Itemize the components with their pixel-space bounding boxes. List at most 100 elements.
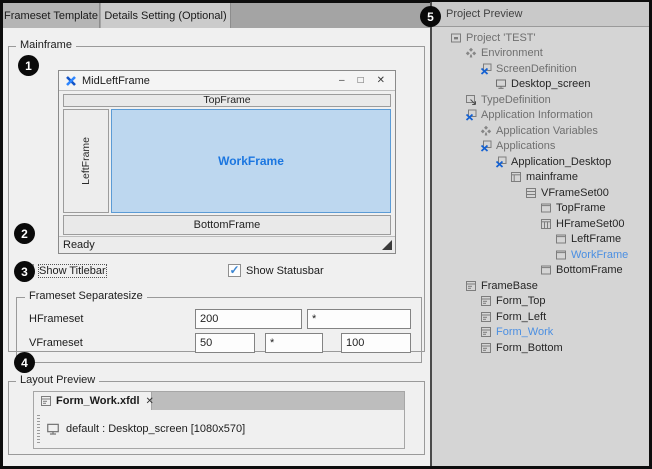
vframeset-field-1[interactable]: 50 bbox=[195, 333, 255, 353]
layout-preview-content: default : Desktop_screen [1080x570] bbox=[34, 410, 404, 448]
tree-item-label: TypeDefinition bbox=[481, 94, 551, 106]
monitor-icon bbox=[495, 78, 507, 90]
tree-item-form-work[interactable]: Form_Work bbox=[432, 325, 649, 341]
tree-item-label: Applications bbox=[496, 140, 555, 152]
vframeset-label: VFrameset bbox=[29, 337, 83, 349]
vframeset-icon bbox=[525, 187, 537, 199]
layout-default-screen-item[interactable]: default : Desktop_screen [1080x570] bbox=[66, 423, 245, 435]
tree-item-label: Form_Bottom bbox=[496, 342, 563, 354]
annotation-badge-4: 4 bbox=[14, 352, 35, 373]
resize-grip-icon[interactable] bbox=[382, 240, 392, 250]
maximize-icon[interactable]: □ bbox=[354, 75, 368, 86]
tree-item-label: VFrameSet00 bbox=[541, 187, 609, 199]
tree-item-hframeset00[interactable]: HFrameSet00 bbox=[432, 216, 649, 232]
tree-item-application-information[interactable]: Application Information bbox=[432, 108, 649, 124]
form-icon bbox=[480, 311, 492, 323]
project-icon bbox=[450, 32, 462, 44]
drag-grip-icon[interactable] bbox=[37, 415, 40, 443]
tab-details-setting[interactable]: Details Setting (Optional) bbox=[101, 3, 231, 28]
project-preview-header: Project Preview bbox=[432, 2, 649, 27]
hframeset-field-1[interactable]: 200 bbox=[195, 309, 302, 329]
monitor-icon bbox=[46, 422, 60, 436]
tree-item-application-variables[interactable]: Application Variables bbox=[432, 123, 649, 139]
tree-item-project-test-[interactable]: Project 'TEST' bbox=[432, 30, 649, 46]
tree-item-label: Form_Left bbox=[496, 311, 546, 323]
tree-item-form-left[interactable]: Form_Left bbox=[432, 309, 649, 325]
details-setting-page: Mainframe MidLeftFrame – □ ✕ TopFrame Le… bbox=[3, 28, 430, 466]
tree-item-label: Project 'TEST' bbox=[466, 32, 536, 44]
tree-item-form-top[interactable]: Form_Top bbox=[432, 294, 649, 310]
topframe-region[interactable]: TopFrame bbox=[63, 94, 391, 107]
hframeset-icon bbox=[540, 218, 552, 230]
leftframe-label: LeftFrame bbox=[80, 137, 92, 185]
window-x-icon bbox=[495, 156, 507, 168]
preview-titlebar: MidLeftFrame – □ ✕ bbox=[59, 71, 395, 91]
frame-icon bbox=[540, 202, 552, 214]
tree-item-applications[interactable]: Applications bbox=[432, 139, 649, 155]
project-preview-title: Project Preview bbox=[446, 8, 522, 20]
annotation-badge-5: 5 bbox=[420, 6, 441, 27]
hframeset-label: HFrameset bbox=[29, 313, 83, 325]
hframeset-field-2[interactable]: * bbox=[307, 309, 411, 329]
form-icon bbox=[40, 395, 52, 407]
tree-item-mainframe[interactable]: mainframe bbox=[432, 170, 649, 186]
tree-item-label: Desktop_screen bbox=[511, 78, 591, 90]
project-preview-panel: Project Preview Project 'TEST' Environmen… bbox=[430, 2, 649, 466]
tree-item-label: Application_Desktop bbox=[511, 156, 611, 168]
tree-item-bottomframe[interactable]: BottomFrame bbox=[432, 263, 649, 279]
checkbox-check-icon: ✓ bbox=[228, 264, 241, 277]
tree-item-label: ScreenDefinition bbox=[496, 63, 577, 75]
form-work-tab-label: Form_Work.xfdl bbox=[56, 395, 140, 407]
vframeset-field-2[interactable]: * bbox=[265, 333, 323, 353]
app-screen: Frameset Template Details Setting (Optio… bbox=[0, 0, 652, 469]
form-icon bbox=[480, 295, 492, 307]
tree-item-application-desktop[interactable]: Application_Desktop bbox=[432, 154, 649, 170]
tree-item-workframe[interactable]: WorkFrame bbox=[432, 247, 649, 263]
tree-item-label: WorkFrame bbox=[571, 249, 628, 261]
status-text: Ready bbox=[63, 239, 95, 251]
layout-preview-tabbar: Form_Work.xfdl ✕ bbox=[34, 392, 404, 410]
tree-item-vframeset00[interactable]: VFrameSet00 bbox=[432, 185, 649, 201]
tree-item-typedefinition[interactable]: TypeDefinition bbox=[432, 92, 649, 108]
mainframe-icon bbox=[510, 171, 522, 183]
window-x-icon bbox=[465, 109, 477, 121]
workframe-region[interactable]: WorkFrame bbox=[111, 109, 391, 213]
bottomframe-region[interactable]: BottomFrame bbox=[63, 215, 391, 235]
preview-statusbar: Ready bbox=[59, 236, 395, 253]
tree-item-leftframe[interactable]: LeftFrame bbox=[432, 232, 649, 248]
frame-preview-window: MidLeftFrame – □ ✕ TopFrame LeftFrame Wo… bbox=[58, 70, 396, 254]
separatesize-group-label: Frameset Separatesize bbox=[25, 290, 147, 302]
mainframe-group: MidLeftFrame – □ ✕ TopFrame LeftFrame Wo… bbox=[8, 46, 425, 352]
frame-icon bbox=[555, 249, 567, 261]
window-x-icon bbox=[480, 140, 492, 152]
tree-item-label: LeftFrame bbox=[571, 233, 621, 245]
close-icon[interactable]: ✕ bbox=[373, 75, 389, 86]
mainframe-group-label: Mainframe bbox=[16, 39, 76, 51]
layout-preview-group: Form_Work.xfdl ✕ default : Desktop_scree… bbox=[8, 381, 425, 455]
tree-item-label: BottomFrame bbox=[556, 264, 623, 276]
tree-item-topframe[interactable]: TopFrame bbox=[432, 201, 649, 217]
tree-item-screendefinition[interactable]: ScreenDefinition bbox=[432, 61, 649, 77]
annotation-badge-1: 1 bbox=[18, 55, 39, 76]
tree-item-label: Form_Top bbox=[496, 295, 546, 307]
form-work-tab[interactable]: Form_Work.xfdl ✕ bbox=[34, 392, 152, 410]
layout-preview-group-label: Layout Preview bbox=[16, 374, 99, 386]
tree-item-desktop-screen[interactable]: Desktop_screen bbox=[432, 77, 649, 93]
show-statusbar-checkbox[interactable]: ✓ Show Statusbar bbox=[228, 264, 324, 277]
tree-item-label: TopFrame bbox=[556, 202, 606, 214]
leftframe-region[interactable]: LeftFrame bbox=[63, 109, 109, 213]
tree-item-label: Form_Work bbox=[496, 326, 553, 338]
cluster-icon bbox=[465, 47, 477, 59]
project-tree: Project 'TEST' EnvironmentScreenDefinitio… bbox=[432, 27, 649, 356]
minimize-icon[interactable]: – bbox=[335, 75, 349, 86]
tree-item-framebase[interactable]: FrameBase bbox=[432, 278, 649, 294]
tree-item-form-bottom[interactable]: Form_Bottom bbox=[432, 340, 649, 356]
tree-item-environment[interactable]: Environment bbox=[432, 46, 649, 62]
tab-close-icon[interactable]: ✕ bbox=[146, 396, 154, 407]
tab-frameset-template[interactable]: Frameset Template bbox=[3, 3, 100, 28]
vframeset-field-3[interactable]: 100 bbox=[341, 333, 411, 353]
frame-icon bbox=[540, 264, 552, 276]
nexacro-x-logo-icon bbox=[65, 75, 77, 87]
tab-strip: Frameset Template Details Setting (Optio… bbox=[3, 3, 430, 28]
annotation-badge-2: 2 bbox=[14, 223, 35, 244]
